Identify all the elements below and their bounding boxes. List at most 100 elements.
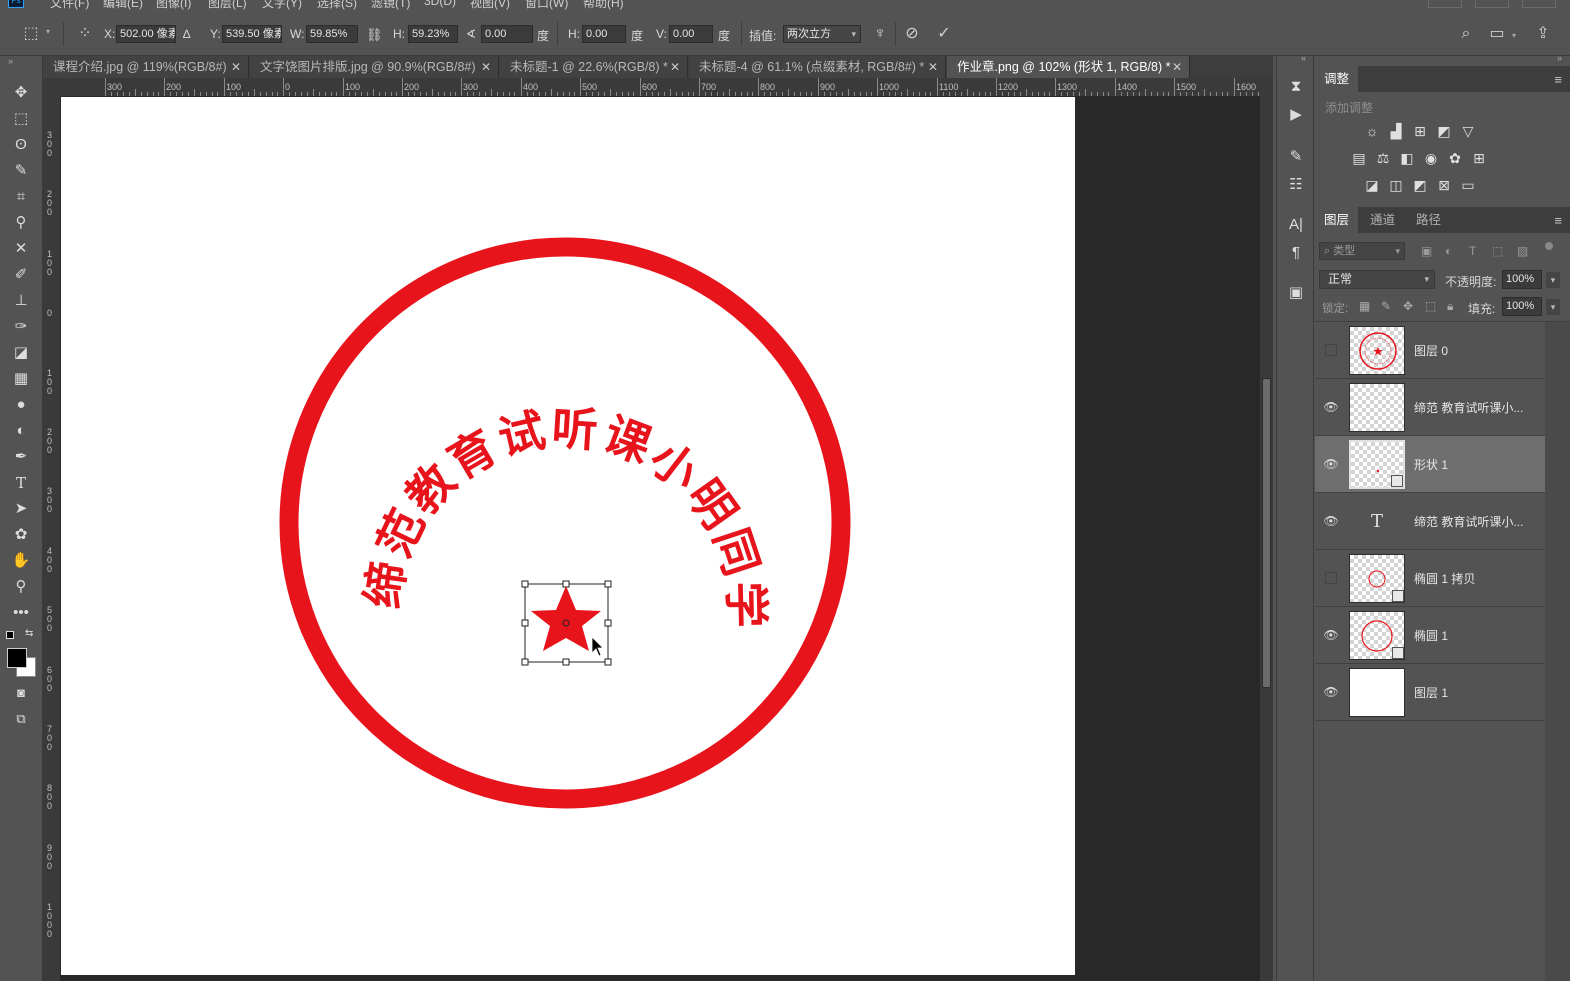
layer-row[interactable]: 👁︎ 缔范 教育试听课小... <box>1315 379 1545 436</box>
horizontal-skew-field[interactable]: 0.00 <box>582 25 626 43</box>
eye-icon[interactable]: 👁︎ <box>1323 399 1339 415</box>
rotation-field[interactable]: 0.00 <box>481 25 533 43</box>
expand-panels-icon[interactable]: » <box>1557 53 1562 63</box>
lock-all-icon[interactable]: 🔒︎ <box>1447 299 1453 314</box>
hand-tool-icon[interactable]: ✋ <box>10 550 32 572</box>
menu-edit[interactable]: 编辑(E) <box>103 0 143 10</box>
cancel-transform-icon[interactable]: ⊘ <box>901 23 923 45</box>
menu-filter[interactable]: 滤镜(T) <box>371 0 410 10</box>
layer-filter-select[interactable]: ⌕ 类型 ▾ <box>1319 242 1405 260</box>
healing-tool-icon[interactable]: ✕ <box>10 238 32 260</box>
preset-chevron-icon[interactable]: ▾ <box>46 27 50 36</box>
close-icon[interactable]: ✕ <box>928 56 938 78</box>
type-tool-icon[interactable]: T <box>10 472 32 494</box>
color-lookup-icon[interactable]: ⊞ <box>1469 149 1489 167</box>
search-icon[interactable]: ⌕ <box>1455 23 1477 45</box>
horizontal-ruler[interactable]: 300 200 100 0 100 200 300 400 500 600 700 800 900 100… <box>61 78 1260 97</box>
fill-chevron-icon[interactable]: ▾ <box>1546 299 1560 315</box>
doc-tab-4[interactable]: 未标题-4 @ 61.1% (点缀素材, RGB/8#) * ✕ <box>689 56 946 78</box>
doc-tab-active[interactable]: 作业章.png @ 102% (形状 1, RGB/8) * ✕ <box>947 56 1190 78</box>
quick-mask-icon[interactable]: ◙ <box>10 682 32 704</box>
y-position-field[interactable]: 539.50 像素 <box>222 25 282 43</box>
custom-shape-tool-icon[interactable]: ✿ <box>10 524 32 546</box>
layer-name[interactable]: 椭圆 1 拷贝 <box>1414 570 1544 587</box>
menu-window[interactable]: 窗口(W) <box>525 0 568 10</box>
layer-row[interactable]: 椭圆 1 拷贝 <box>1315 550 1545 607</box>
marquee-tool-icon[interactable]: ⬚ <box>10 108 32 130</box>
threshold-icon[interactable]: ◩ <box>1410 176 1430 194</box>
resize-handle-ne[interactable] <box>604 580 612 588</box>
blend-mode-select[interactable]: 正常 ▾ <box>1319 270 1435 289</box>
menu-view[interactable]: 视图(V) <box>470 0 510 10</box>
close-icon[interactable]: ✕ <box>481 56 491 78</box>
vertical-ruler[interactable]: 300 200 100 0 100 200 300 400 500 600 700 800 900 100… <box>43 97 61 981</box>
curves-icon[interactable]: ⊞ <box>1410 122 1430 140</box>
quick-select-tool-icon[interactable]: ✎ <box>10 160 32 182</box>
opacity-chevron-icon[interactable]: ▾ <box>1546 272 1560 288</box>
menu-type[interactable]: 文字(Y) <box>262 0 302 10</box>
layer-name[interactable]: 缔范 教育试听课小... <box>1414 513 1544 530</box>
link-icon[interactable]: ⛓ <box>366 27 383 43</box>
selective-color-icon[interactable]: ⊠ <box>1434 176 1454 194</box>
layers-scroll-track[interactable] <box>1545 322 1570 981</box>
maximize-button[interactable] <box>1475 0 1509 8</box>
fill-field[interactable]: 100% <box>1502 297 1542 316</box>
canvas-area[interactable]: 缔范教育试听课小明同学 <box>61 97 1260 981</box>
menu-help[interactable]: 帮助(H) <box>583 0 624 10</box>
collapse-toolbar-icon[interactable]: » <box>8 56 13 66</box>
close-icon[interactable]: ✕ <box>1172 56 1182 78</box>
resize-handle-se[interactable] <box>604 658 612 666</box>
eraser-tool-icon[interactable]: ◪ <box>10 342 32 364</box>
resize-handle-e[interactable] <box>604 619 612 627</box>
workspace-chevron-icon[interactable]: ▾ <box>1512 31 1516 40</box>
star-shape[interactable] <box>531 586 601 651</box>
gradient-tool-icon[interactable]: ▦ <box>10 368 32 390</box>
eye-icon[interactable]: 👁︎ <box>1323 627 1339 643</box>
properties-panel-icon[interactable]: ☷ <box>1285 174 1307 196</box>
filter-smart-object-icon[interactable]: ▨ <box>1517 244 1528 258</box>
levels-icon[interactable]: ▟ <box>1386 122 1406 140</box>
transform-tool-preset-icon[interactable]: ⬚ <box>20 23 42 45</box>
tab-channels[interactable]: 通道 <box>1361 207 1404 233</box>
layer-row[interactable]: 👁︎ 椭圆 1 <box>1315 607 1545 664</box>
layer-row-selected[interactable]: 👁︎ 形状 1 <box>1315 436 1545 493</box>
eye-icon[interactable]: 👁︎ <box>1323 456 1339 472</box>
tab-adjustments[interactable]: 调整 <box>1315 66 1359 92</box>
character-panel-icon[interactable]: A| <box>1285 214 1307 236</box>
channel-mixer-icon[interactable]: ✿ <box>1445 149 1465 167</box>
filter-toggle-icon[interactable] <box>1545 242 1553 250</box>
filter-pixel-icon[interactable]: ▣ <box>1421 244 1432 258</box>
lock-image-icon[interactable]: ✎ <box>1381 299 1391 313</box>
more-tools-icon[interactable]: ••• <box>10 602 32 624</box>
default-colors-icon[interactable] <box>6 631 14 639</box>
layer-name[interactable]: 椭圆 1 <box>1414 627 1544 644</box>
menu-image[interactable]: 图像(I) <box>156 0 191 10</box>
layer-name[interactable]: 形状 1 <box>1414 456 1544 473</box>
layer-row[interactable]: 👁︎ 图层 1 <box>1315 664 1545 721</box>
actions-panel-icon[interactable]: ▶ <box>1285 104 1307 126</box>
tab-layers[interactable]: 图层 <box>1315 207 1359 233</box>
paragraph-panel-icon[interactable]: ¶ <box>1285 242 1307 264</box>
vertical-skew-field[interactable]: 0.00 <box>669 25 713 43</box>
brush-tool-icon[interactable]: ✐ <box>10 264 32 286</box>
minimize-button[interactable] <box>1428 0 1462 8</box>
resize-handle-s[interactable] <box>562 658 570 666</box>
hue-saturation-icon[interactable]: ▤ <box>1349 149 1369 167</box>
layer-name[interactable]: 图层 0 <box>1414 342 1544 359</box>
menu-select[interactable]: 选择(S) <box>317 0 357 10</box>
share-icon[interactable]: ⇪ <box>1532 23 1554 45</box>
screen-mode-icon[interactable]: ⧉ <box>10 708 32 730</box>
move-tool-icon[interactable]: ✥ <box>10 82 32 104</box>
panel-menu-icon[interactable]: ≡ <box>1554 72 1562 87</box>
eye-icon[interactable]: 👁︎ <box>1323 513 1339 529</box>
eyedropper-tool-icon[interactable]: ⚲ <box>10 212 32 234</box>
lock-position-icon[interactable]: ✥ <box>1403 299 1413 313</box>
lock-transparent-icon[interactable]: ▦ <box>1359 299 1370 313</box>
workspace-icon[interactable]: ▭ <box>1486 23 1508 45</box>
reference-point-icon[interactable]: ⁘ <box>74 23 96 45</box>
ruler-corner[interactable] <box>43 78 61 97</box>
close-window-button[interactable] <box>1522 0 1556 8</box>
x-position-field[interactable]: 502.00 像素 <box>116 25 176 43</box>
layer-name[interactable]: 图层 1 <box>1414 684 1544 701</box>
height-field[interactable]: 59.23% <box>408 25 458 43</box>
